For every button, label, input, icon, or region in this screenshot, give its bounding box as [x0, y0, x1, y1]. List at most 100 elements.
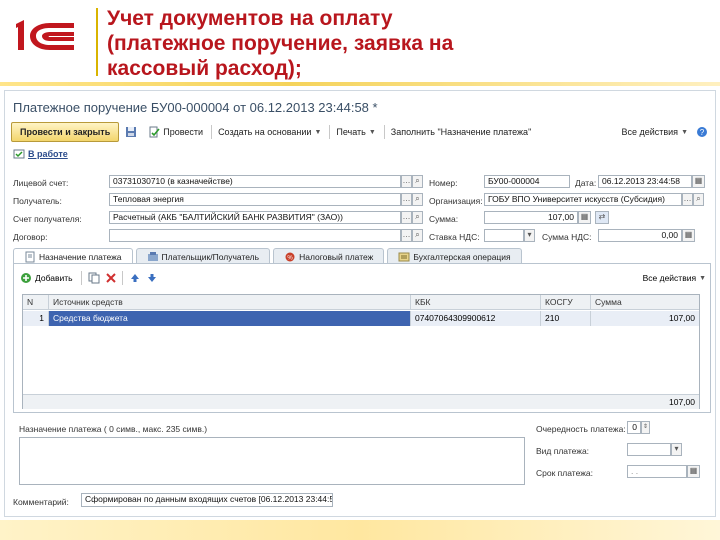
select-button[interactable]: …: [401, 211, 412, 224]
toolbar-separator: [329, 125, 331, 139]
slide-title-line-2: (платежное поручение, заявка на: [107, 32, 454, 55]
amount-field[interactable]: 107,00: [484, 211, 578, 224]
post-label: Провести: [163, 127, 204, 137]
calendar-icon[interactable]: ▦: [687, 465, 700, 478]
select-button[interactable]: …: [682, 193, 693, 206]
personal-account-field[interactable]: 03731030710 (в казначействе): [109, 175, 401, 188]
column-header-kbk[interactable]: КБК: [411, 295, 541, 310]
personal-account-label: Лицевой счет:: [13, 178, 69, 188]
cell-n: 1: [23, 311, 49, 326]
table-header: N Источник средств КБК КОСГУ Сумма: [23, 295, 699, 310]
organization-field[interactable]: ГОБУ ВПО Университет искусств (Субсидия): [484, 193, 682, 206]
select-button[interactable]: …: [401, 229, 412, 242]
in-work-link[interactable]: В работе: [13, 148, 68, 160]
open-search-icon[interactable]: ⌕: [412, 211, 423, 224]
table-row[interactable]: 1 Средства бюджета 07407064309900612 210…: [23, 311, 699, 326]
tab-accounting-operation[interactable]: Бухгалтерская операция: [387, 248, 522, 264]
column-header-kosgu[interactable]: КОСГУ: [541, 295, 591, 310]
in-work-label: В работе: [28, 149, 68, 159]
help-icon: ?: [697, 127, 707, 137]
number-label: Номер:: [429, 178, 458, 188]
column-header-sum[interactable]: Сумма: [591, 295, 699, 310]
calculator-icon[interactable]: ▦: [578, 211, 591, 224]
table-totals-row: 107,00: [23, 394, 699, 409]
dropdown-arrow-icon: ▼: [368, 128, 376, 136]
comment-label: Комментарий:: [13, 497, 69, 507]
purpose-label: Назначение платежа ( 0 симв., макс. 235 …: [19, 424, 208, 434]
recipient-account-field[interactable]: Расчетный (АКБ "БАЛТИЙСКИЙ БАНК РАЗВИТИЯ…: [109, 211, 401, 224]
toolbar-separator: [211, 125, 213, 139]
create-based-on-menu[interactable]: Создать на основании ▼: [218, 127, 321, 137]
copy-icon[interactable]: [88, 272, 100, 284]
move-up-icon[interactable]: [129, 272, 141, 284]
slide: Учет документов на оплату (платежное пор…: [0, 0, 720, 540]
column-header-n[interactable]: N: [23, 295, 49, 310]
header-divider: [96, 8, 98, 76]
select-button[interactable]: …: [401, 175, 412, 188]
table-toolbar: Добавить Все действия ▼: [20, 270, 706, 286]
payer-icon: [147, 251, 158, 261]
move-down-icon[interactable]: [146, 272, 158, 284]
help-button[interactable]: ?: [696, 126, 711, 138]
tab-label: Назначение платежа: [39, 251, 122, 262]
save-button[interactable]: [125, 126, 140, 138]
tab-payer-recipient[interactable]: Плательщик/Получатель: [135, 248, 271, 264]
number-field[interactable]: БУ00-000004: [484, 175, 570, 188]
1c-logo: [10, 16, 80, 56]
tab-payment-purpose[interactable]: Назначение платежа: [13, 248, 133, 264]
vat-amount-field[interactable]: 0,00: [598, 229, 682, 242]
post-and-close-button[interactable]: Провести и закрыть: [11, 122, 120, 142]
tax-icon: %: [285, 252, 295, 261]
vat-rate-label: Ставка НДС:: [429, 232, 480, 242]
table-all-actions-label: Все действия: [642, 273, 697, 283]
delete-icon[interactable]: [105, 272, 117, 284]
payment-term-field[interactable]: . .: [627, 465, 687, 478]
open-search-icon[interactable]: ⌕: [412, 193, 423, 206]
fill-purpose-label: Заполнить "Назначение платежа": [390, 127, 532, 137]
post-and-close-label: Провести и закрыть: [20, 127, 111, 137]
calculator-icon[interactable]: ▦: [682, 229, 695, 242]
open-search-icon[interactable]: ⌕: [693, 193, 704, 206]
all-actions-label: Все действия: [621, 127, 679, 137]
open-search-icon[interactable]: ⌕: [412, 229, 423, 242]
date-label: Дата:: [575, 178, 597, 188]
purpose-textarea[interactable]: [19, 437, 525, 485]
swap-icon[interactable]: ⇄: [595, 211, 609, 224]
document-icon: [25, 251, 35, 262]
cell-source[interactable]: Средства бюджета: [49, 311, 411, 326]
open-search-icon[interactable]: ⌕: [412, 175, 423, 188]
total-sum: 107,00: [669, 397, 695, 407]
save-icon: [126, 127, 137, 137]
accounting-icon: [398, 252, 410, 261]
calendar-icon[interactable]: ▦: [692, 175, 705, 188]
add-icon: [21, 273, 31, 283]
slide-title-line-1: Учет документов на оплату: [107, 7, 393, 30]
post-button[interactable]: Провести: [148, 126, 203, 138]
vat-rate-field[interactable]: [484, 229, 524, 242]
tab-tax-payment[interactable]: % Налоговый платеж: [273, 248, 385, 264]
comment-field[interactable]: Сформирован по данным входящих счетов [0…: [81, 493, 333, 507]
tab-label: Бухгалтерская операция: [413, 251, 511, 262]
select-button[interactable]: …: [401, 193, 412, 206]
priority-stepper[interactable]: ⇕: [641, 421, 650, 434]
payment-type-label: Вид платежа:: [536, 446, 590, 456]
dropdown-arrow-icon[interactable]: ▾: [671, 443, 682, 456]
date-field[interactable]: 06.12.2013 23:44:58: [598, 175, 692, 188]
add-row-button[interactable]: Добавить: [20, 272, 73, 284]
form-title: Платежное поручение БУ00-000004 от 06.12…: [13, 100, 378, 115]
table-all-actions-menu[interactable]: Все действия ▼: [643, 273, 706, 283]
recipient-field[interactable]: Тепловая энергия: [109, 193, 401, 206]
payment-type-field[interactable]: [627, 443, 671, 456]
all-actions-menu[interactable]: Все действия ▼: [621, 127, 688, 137]
dropdown-arrow-icon[interactable]: ▾: [524, 229, 535, 242]
payment-order-window: Платежное поручение БУ00-000004 от 06.12…: [4, 90, 716, 517]
tab-label: Плательщик/Получатель: [161, 251, 260, 262]
print-menu[interactable]: Печать ▼: [336, 127, 375, 137]
tab-label: Налоговый платеж: [299, 251, 374, 262]
fill-purpose-button[interactable]: Заполнить "Назначение платежа": [391, 127, 531, 137]
priority-field[interactable]: 0: [627, 421, 641, 434]
column-header-source[interactable]: Источник средств: [49, 295, 411, 310]
vat-amount-label: Сумма НДС:: [542, 232, 592, 242]
contract-field[interactable]: [109, 229, 401, 242]
header-rule: [0, 82, 720, 86]
